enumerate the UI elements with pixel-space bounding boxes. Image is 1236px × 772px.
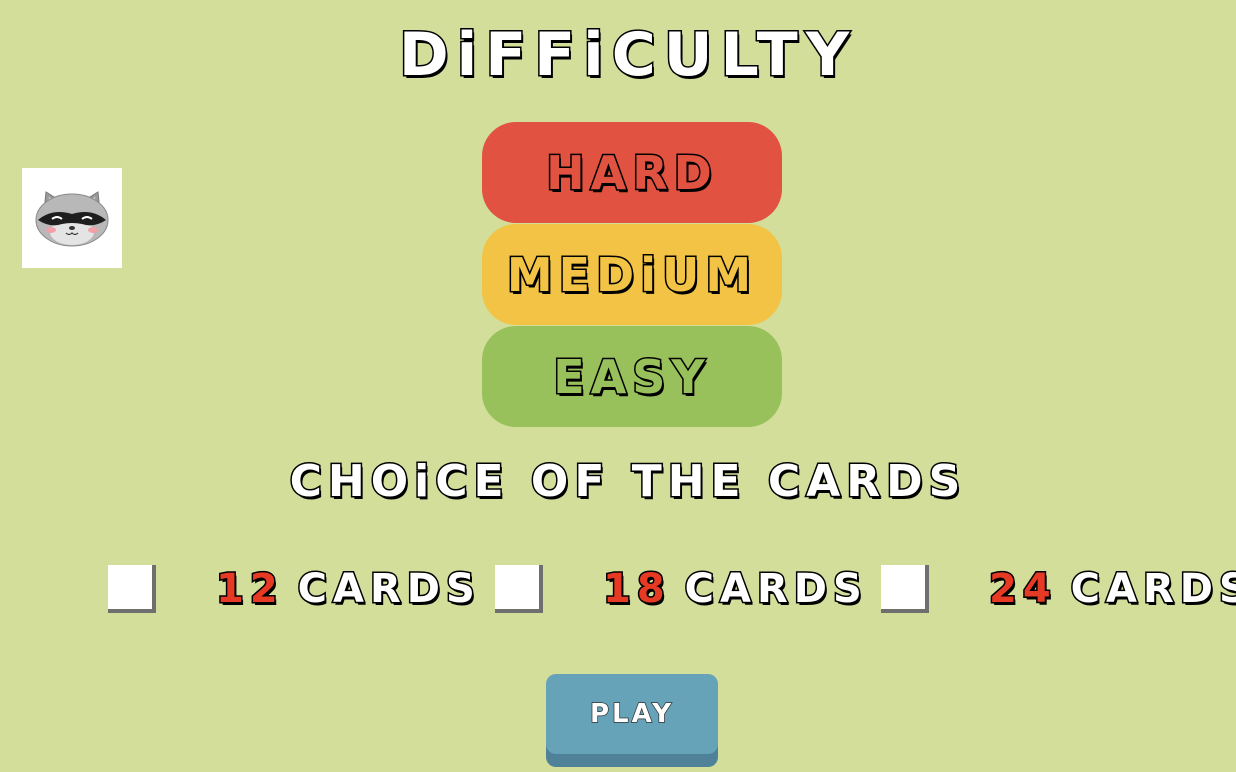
play-button[interactable]: PLAY [546,674,718,754]
easy-button[interactable]: EASY [482,326,782,427]
checkbox-18-cards[interactable] [495,565,543,613]
medium-button[interactable]: MEDiUM [482,224,782,325]
card-option-label: 24 CARDS [988,565,1236,614]
card-count: 24 [988,565,1057,614]
checkbox-24-cards[interactable] [881,565,929,613]
card-word: CARDS [296,565,481,614]
page-title: DiFFiCULTY [397,19,858,92]
card-word: CARDS [683,565,868,614]
hard-button[interactable]: HARD [482,122,782,223]
checkbox-12-cards[interactable] [108,565,156,613]
hard-button-label: HARD [545,144,718,201]
play-button-label: PLAY [589,698,675,730]
card-count: 12 [215,565,284,614]
card-count: 18 [602,565,671,614]
card-option-label: 12 CARDS [215,565,481,614]
medium-button-label: MEDiUM [505,246,758,303]
raccoon-icon [35,191,109,247]
easy-button-label: EASY [552,348,711,405]
card-word: CARDS [1069,565,1236,614]
avatar [22,168,122,268]
cards-section-title: CHOiCE OF THE CARDS [288,455,967,509]
card-option-label: 18 CARDS [602,565,868,614]
